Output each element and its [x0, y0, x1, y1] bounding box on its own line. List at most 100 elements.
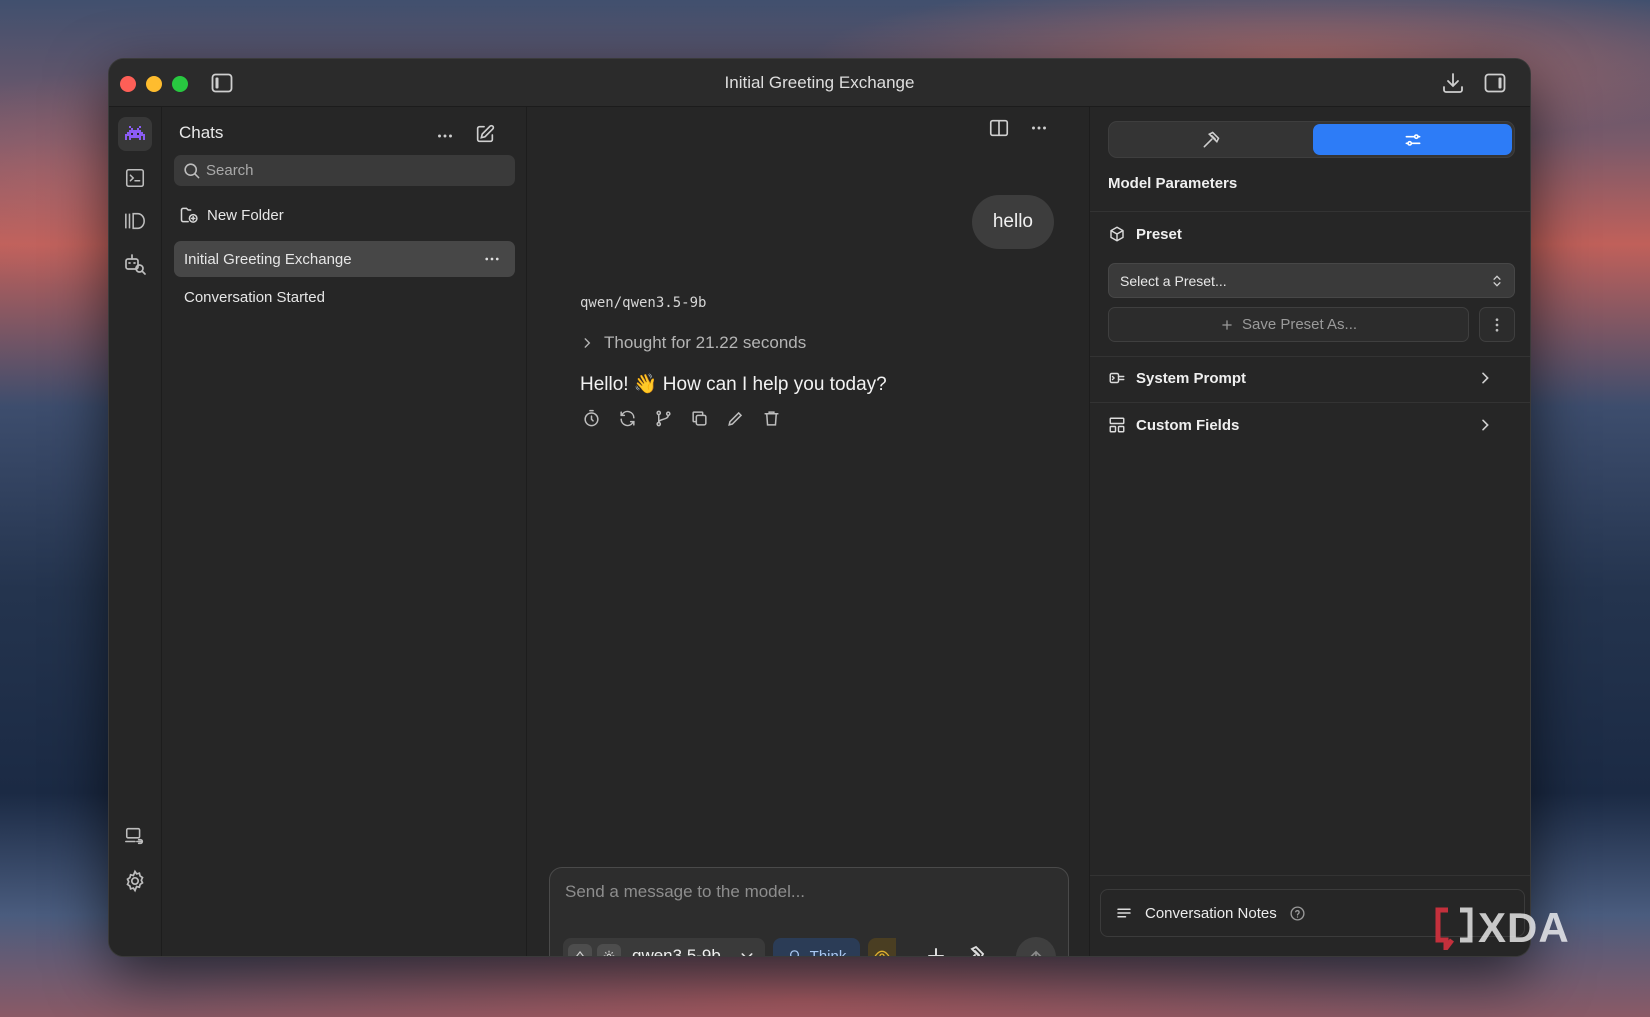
- message-composer: qwen3.5-9b Think: [549, 867, 1069, 957]
- preset-select[interactable]: Select a Preset...: [1108, 263, 1515, 298]
- model-settings-icon[interactable]: [597, 944, 621, 956]
- chats-sidebar: Chats New Folder Initial Greeting Exchan…: [162, 107, 527, 956]
- gear-icon: [126, 869, 144, 893]
- attach-plus-icon[interactable]: [924, 944, 948, 956]
- title-bar: Initial Greeting Exchange: [109, 59, 1530, 107]
- delete-icon[interactable]: [760, 407, 782, 429]
- tab-parameters[interactable]: [1313, 124, 1512, 155]
- system-prompt-row[interactable]: System Prompt: [1108, 369, 1513, 387]
- nav-rail: [109, 107, 162, 956]
- model-name-label: qwen/qwen3.5-9b: [580, 295, 707, 311]
- rail-chat-button[interactable]: [118, 117, 152, 151]
- divider: [1090, 875, 1530, 876]
- preset-label: Preset: [1136, 225, 1182, 243]
- message-input[interactable]: [565, 882, 1045, 912]
- copy-icon[interactable]: [688, 407, 710, 429]
- notes-lines-icon: [1117, 908, 1131, 918]
- system-prompt-label: System Prompt: [1136, 369, 1247, 387]
- lightbulb-icon: [789, 949, 799, 956]
- preset-section-header: Preset: [1108, 225, 1182, 243]
- parameters-panel: Model Parameters Preset Select a Preset.…: [1089, 107, 1530, 956]
- conversation-more-icon[interactable]: [1028, 117, 1050, 139]
- new-folder-label: New Folder: [207, 206, 284, 224]
- download-icon[interactable]: [1441, 71, 1465, 95]
- divider: [1090, 356, 1530, 357]
- more-options-icon[interactable]: [434, 125, 456, 147]
- search-icon: [184, 163, 200, 179]
- rail-library-button[interactable]: [118, 204, 152, 238]
- split-view-icon[interactable]: [988, 117, 1010, 139]
- divider: [1090, 211, 1530, 212]
- right-panel-toggle-icon[interactable]: [1483, 71, 1507, 95]
- notes-label: Conversation Notes: [1145, 904, 1277, 922]
- custom-fields-row[interactable]: Custom Fields: [1108, 416, 1513, 434]
- sidebar-title: Chats: [179, 123, 224, 142]
- fields-grid-icon: [1109, 417, 1125, 433]
- rail-devices-button[interactable]: [118, 819, 152, 853]
- tools-hammer-icon[interactable]: [962, 944, 986, 956]
- new-folder-button[interactable]: New Folder: [179, 203, 284, 227]
- terminal-prompt-icon: [1109, 372, 1125, 384]
- vision-toggle[interactable]: [868, 938, 896, 956]
- chevron-down-icon: [741, 953, 753, 956]
- user-message-text: hello: [992, 211, 1033, 232]
- think-label: Think: [809, 947, 847, 957]
- model-selector[interactable]: qwen3.5-9b: [563, 938, 765, 957]
- brand-invader-icon: [125, 126, 145, 140]
- preset-more-button[interactable]: [1479, 307, 1515, 342]
- chat-item-label: Conversation Started: [184, 288, 325, 306]
- search-input[interactable]: [206, 155, 506, 186]
- chat-more-icon[interactable]: [483, 250, 501, 268]
- timer-icon[interactable]: [580, 407, 602, 429]
- message-actions: [580, 407, 782, 429]
- thought-toggle[interactable]: Thought for 21.22 seconds: [580, 333, 806, 353]
- branch-icon[interactable]: [652, 407, 674, 429]
- new-chat-icon[interactable]: [474, 123, 496, 145]
- eye-icon: [874, 950, 890, 956]
- save-preset-button[interactable]: Save Preset As...: [1108, 307, 1469, 342]
- thought-label: Thought for 21.22 seconds: [604, 333, 807, 352]
- regenerate-icon[interactable]: [616, 407, 638, 429]
- chevron-right-icon: [584, 338, 591, 348]
- preset-select-value: Select a Preset...: [1120, 272, 1227, 289]
- chat-item-conversation-started[interactable]: Conversation Started: [174, 279, 515, 315]
- arrow-up-icon: [1030, 950, 1042, 956]
- xda-logo-bracket-icon: [1435, 907, 1473, 950]
- folder-add-icon: [180, 207, 198, 223]
- cube-icon: [1110, 226, 1124, 242]
- rail-terminal-button[interactable]: [118, 161, 152, 195]
- think-toggle[interactable]: Think: [773, 938, 860, 957]
- search-box: [174, 155, 515, 186]
- save-preset-label: Save Preset As...: [1241, 316, 1358, 333]
- assistant-reply: Hello! 👋 How can I help you today?: [580, 374, 887, 395]
- vertical-dots-icon: [1495, 317, 1499, 332]
- user-message-bubble: hello: [971, 195, 1054, 249]
- eject-icon[interactable]: [568, 944, 592, 956]
- plus-icon: [1222, 319, 1232, 330]
- window-title: Initial Greeting Exchange: [724, 73, 915, 92]
- watermark-text: XDA: [1478, 904, 1570, 951]
- terminal-icon: [125, 168, 145, 188]
- panel-title: Model Parameters: [1108, 175, 1238, 192]
- tab-tools[interactable]: [1109, 122, 1312, 157]
- chevron-right-icon: [1482, 372, 1489, 384]
- up-down-chevron-icon: [1493, 275, 1501, 287]
- rail-settings-button[interactable]: [118, 864, 152, 898]
- help-circle-icon[interactable]: [1289, 905, 1306, 922]
- send-button[interactable]: [1016, 937, 1056, 956]
- hammer-icon: [1203, 131, 1219, 147]
- chat-item-initial-greeting[interactable]: Initial Greeting Exchange: [174, 241, 515, 277]
- app-window: Initial Greeting Exchange Chats Search N…: [108, 58, 1531, 957]
- chevron-right-icon: [1482, 419, 1489, 431]
- devices-link-icon: [125, 827, 144, 845]
- sliders-icon: [1405, 133, 1420, 146]
- edit-icon[interactable]: [724, 407, 746, 429]
- library-icon: [125, 212, 145, 230]
- divider: [1090, 402, 1530, 403]
- panel-tab-switcher: [1108, 121, 1515, 158]
- robot-search-icon: [125, 254, 146, 275]
- xda-watermark: XDA: [1434, 904, 1570, 952]
- rail-discover-button[interactable]: [118, 247, 152, 281]
- selected-model-label: qwen3.5-9b: [632, 946, 721, 957]
- conversation-pane: hello qwen/qwen3.5-9b Thought for 21.22 …: [528, 107, 1088, 956]
